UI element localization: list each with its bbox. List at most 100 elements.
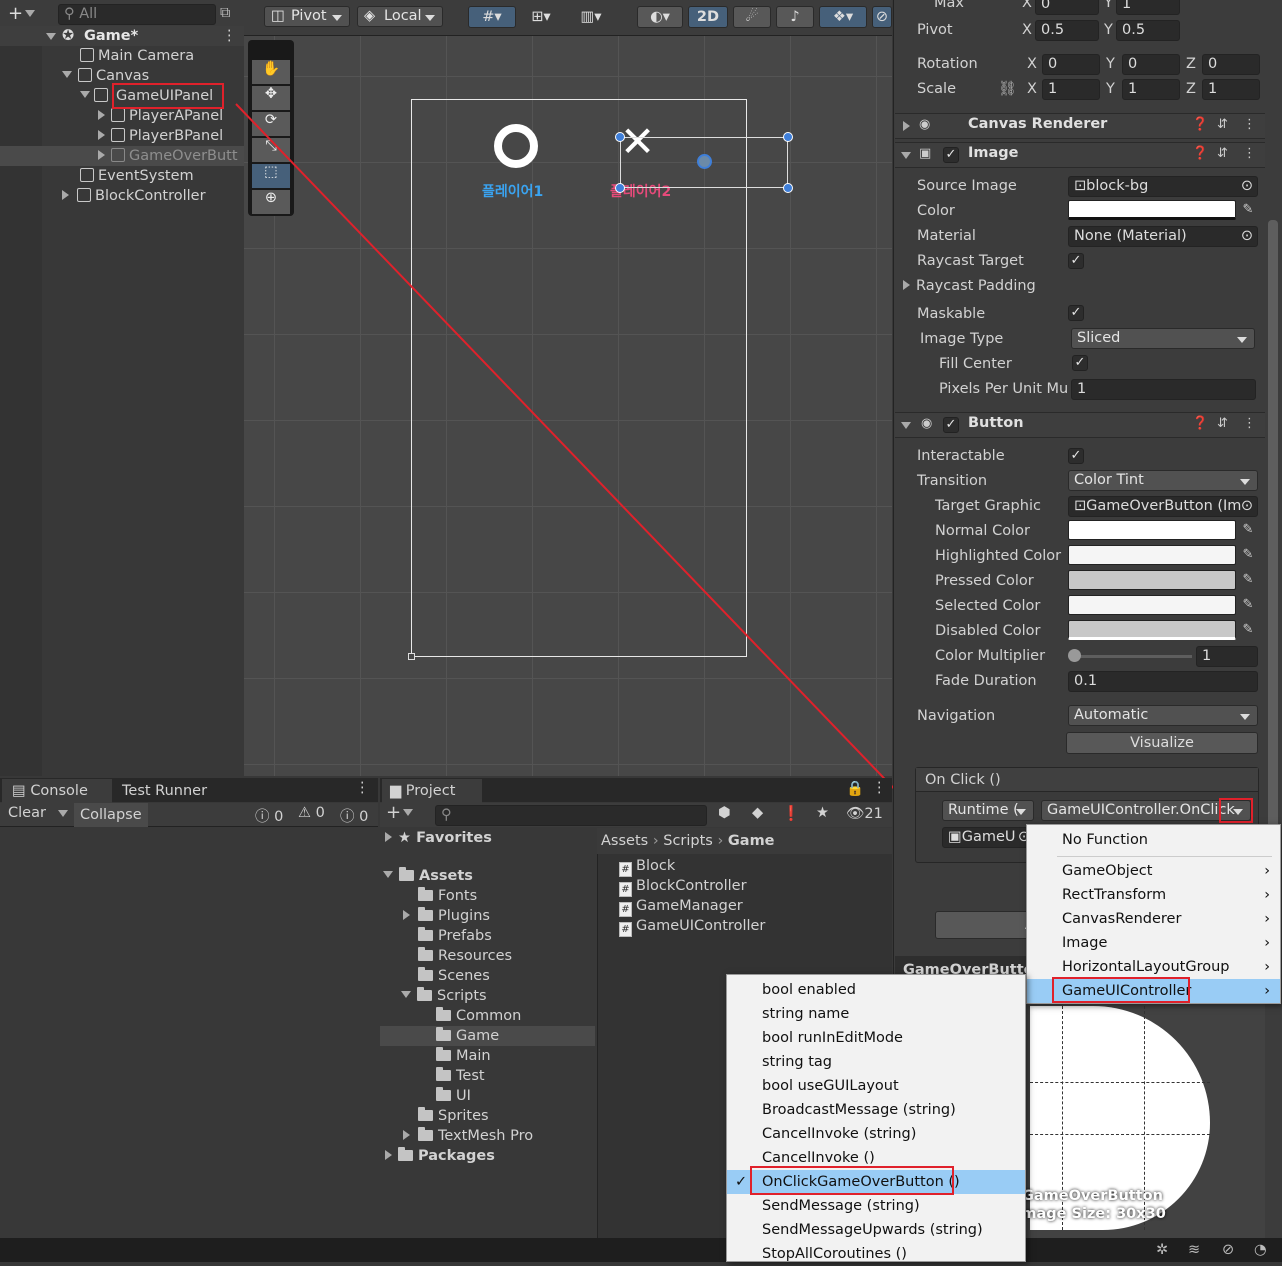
object-picker-icon[interactable]: ⊙: [1241, 177, 1253, 196]
folder-sprites[interactable]: Sprites: [418, 1106, 489, 1126]
file-block[interactable]: # Block: [619, 856, 675, 877]
file-blockcontroller[interactable]: # BlockController: [619, 876, 747, 897]
canvas-renderer-header[interactable]: ◉ Canvas Renderer ❓ ⇵ ⋮: [895, 113, 1265, 139]
clear-button[interactable]: Clear: [8, 805, 46, 821]
project-add-button[interactable]: +: [386, 802, 414, 823]
packages-row[interactable]: Packages: [385, 1146, 495, 1166]
menu-item[interactable]: BroadcastMessage (string): [727, 1098, 1025, 1122]
tab-test-runner[interactable]: Test Runner: [122, 779, 207, 803]
target-graphic-field[interactable]: ⊡GameOverButton (Im ⊙: [1068, 496, 1258, 517]
assets-row[interactable]: Assets: [383, 866, 473, 886]
menu-item[interactable]: SendMessageUpwards (string): [727, 1218, 1025, 1242]
layers-icon[interactable]: ≋: [1188, 1242, 1200, 1258]
runtime-dropdown[interactable]: Runtime (: [942, 800, 1034, 821]
presets-icon[interactable]: ⇵: [1217, 117, 1228, 132]
menu-item[interactable]: bool useGUILayout: [727, 1074, 1025, 1098]
material-field[interactable]: None (Material) ⊙: [1068, 226, 1258, 247]
folder-scripts[interactable]: Scripts: [401, 986, 487, 1006]
folder-test[interactable]: Test: [436, 1066, 485, 1086]
console-menu-icon[interactable]: ⋮: [355, 780, 370, 796]
source-image-field[interactable]: ⊡block-bg ⊙: [1068, 176, 1258, 197]
eyedropper-icon[interactable]: ✎: [1238, 545, 1258, 565]
favorite-icon[interactable]: ★: [816, 805, 829, 821]
image-type-dropdown[interactable]: Sliced: [1071, 328, 1255, 349]
max-x-field[interactable]: 0: [1035, 0, 1099, 15]
navigation-dropdown[interactable]: Automatic: [1068, 705, 1258, 726]
breadcrumb-assets[interactable]: Assets: [601, 833, 648, 849]
object-picker-icon[interactable]: ⊙: [1241, 497, 1253, 516]
folder-ui[interactable]: UI: [436, 1086, 471, 1106]
inspector-scrollbar[interactable]: [1268, 220, 1278, 920]
folder-textmeshpro[interactable]: TextMesh Pro: [403, 1126, 533, 1146]
eyedropper-icon[interactable]: ✎: [1238, 520, 1258, 540]
menu-item[interactable]: StopAllCoroutines (): [727, 1242, 1025, 1266]
rotation-y-field[interactable]: 0: [1122, 54, 1180, 75]
raycast-target-checkbox[interactable]: ✓: [1068, 253, 1084, 269]
folder-prefabs[interactable]: Prefabs: [418, 926, 492, 946]
project-menu-icon[interactable]: ⋮: [872, 780, 887, 796]
folder-resources[interactable]: Resources: [418, 946, 512, 966]
max-y-field[interactable]: 1: [1116, 0, 1180, 15]
file-gameuicontroller[interactable]: # GameUIController: [619, 916, 765, 937]
raycast-padding-foldout[interactable]: Raycast Padding: [903, 275, 1036, 297]
filter-label-icon[interactable]: ◆: [752, 805, 763, 821]
info-count[interactable]: ⓘ 0: [255, 805, 283, 826]
component-menu-icon[interactable]: ⋮: [1243, 416, 1256, 431]
menu-item-image[interactable]: Image ›: [1027, 931, 1280, 955]
menu-item[interactable]: bool runInEditMode: [727, 1026, 1025, 1050]
progress-icon[interactable]: ◔: [1254, 1242, 1267, 1258]
help-icon[interactable]: ❓: [1192, 117, 1208, 132]
menu-item[interactable]: CancelInvoke (string): [727, 1122, 1025, 1146]
menu-item-no-function[interactable]: No Function: [1027, 828, 1280, 852]
target-object-field[interactable]: ▣GameU ⊙: [942, 827, 1034, 848]
component-menu-icon[interactable]: ⋮: [1243, 117, 1256, 132]
rotation-z-field[interactable]: 0: [1202, 54, 1260, 75]
eyedropper-icon[interactable]: ✎: [1238, 620, 1258, 640]
selected-color-swatch[interactable]: [1068, 595, 1236, 615]
scale-x-field[interactable]: 1: [1042, 79, 1100, 100]
filter-errors-icon[interactable]: ❗: [782, 805, 800, 822]
constrain-proportions-icon[interactable]: ⛓: [998, 80, 1016, 97]
ppu-field[interactable]: 1: [1071, 379, 1256, 400]
disabled-color-swatch[interactable]: [1068, 620, 1236, 640]
fade-duration-field[interactable]: 0.1: [1068, 671, 1258, 692]
normal-color-swatch[interactable]: [1068, 520, 1236, 540]
collapse-button[interactable]: Collapse: [74, 803, 148, 827]
error-count[interactable]: ⓘ 0: [340, 805, 368, 826]
pressed-color-swatch[interactable]: [1068, 570, 1236, 590]
color-multiplier-slider[interactable]: [1072, 655, 1192, 658]
folder-game[interactable]: Game: [380, 1026, 595, 1046]
clear-options-icon[interactable]: [58, 807, 68, 823]
color-swatch[interactable]: [1068, 200, 1236, 220]
folder-scenes[interactable]: Scenes: [418, 966, 490, 986]
rotation-x-field[interactable]: 0: [1042, 54, 1100, 75]
transition-dropdown[interactable]: Color Tint: [1068, 470, 1258, 491]
favorites-row[interactable]: ★ Favorites: [385, 828, 492, 848]
pivot-y-field[interactable]: 0.5: [1116, 20, 1180, 41]
menu-item[interactable]: bool enabled: [727, 978, 1025, 1002]
visualize-button[interactable]: Visualize: [1066, 732, 1258, 754]
button-enabled-checkbox[interactable]: ✓: [943, 417, 959, 433]
pivot-x-field[interactable]: 0.5: [1035, 20, 1099, 41]
project-search-input[interactable]: ⚲: [435, 805, 707, 826]
folder-common[interactable]: Common: [436, 1006, 521, 1026]
tab-project[interactable]: ▆ Project: [382, 779, 482, 803]
color-multiplier-field[interactable]: 1: [1196, 646, 1258, 667]
menu-item-canvasrenderer[interactable]: CanvasRenderer ›: [1027, 907, 1280, 931]
scale-z-field[interactable]: 1: [1202, 79, 1260, 100]
folder-main[interactable]: Main: [436, 1046, 491, 1066]
presets-icon[interactable]: ⇵: [1217, 146, 1228, 161]
fill-center-checkbox[interactable]: ✓: [1072, 355, 1088, 371]
highlighted-color-swatch[interactable]: [1068, 545, 1236, 565]
debug-icon[interactable]: ✲: [1156, 1242, 1168, 1258]
folder-fonts[interactable]: Fonts: [418, 886, 477, 906]
file-gamemanager[interactable]: # GameManager: [619, 896, 743, 917]
component-menu-icon[interactable]: ⋮: [1243, 146, 1256, 161]
warning-count[interactable]: ⚠ 0: [298, 805, 325, 821]
menu-item-horizontallayoutgroup[interactable]: HorizontalLayoutGroup ›: [1027, 955, 1280, 979]
presets-icon[interactable]: ⇵: [1217, 416, 1228, 431]
filter-type-icon[interactable]: ⬢: [718, 805, 731, 821]
help-icon[interactable]: ❓: [1192, 416, 1208, 431]
object-picker-icon[interactable]: ⊙: [1241, 227, 1253, 246]
breadcrumb-scripts[interactable]: Scripts: [663, 833, 713, 849]
